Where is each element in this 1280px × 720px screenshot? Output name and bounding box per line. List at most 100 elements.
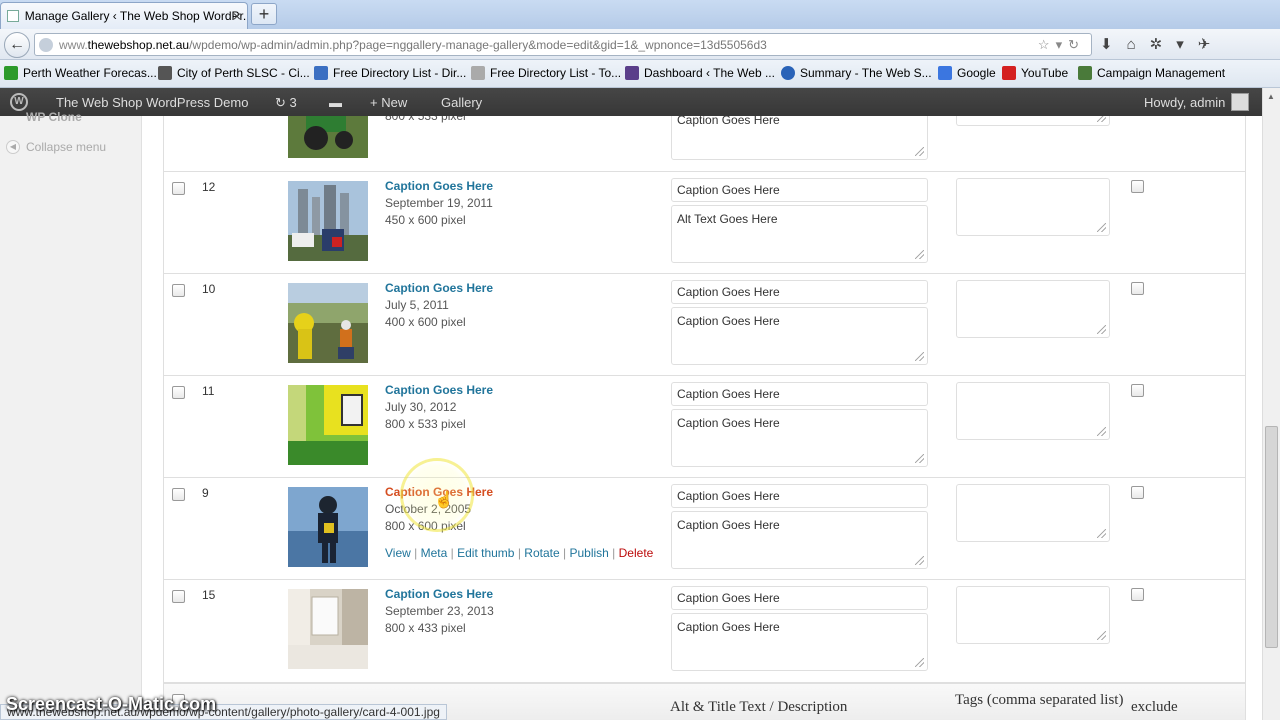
admin-bar-new[interactable]: + New — [370, 95, 407, 110]
bookmark-item[interactable]: Free Directory List - To... — [471, 66, 621, 80]
view-link[interactable]: View — [385, 546, 411, 560]
resize-grip-icon[interactable] — [1097, 116, 1106, 122]
tags-textarea[interactable] — [956, 382, 1110, 440]
publish-link[interactable]: Publish — [569, 546, 608, 560]
bookmark-item[interactable]: Google — [938, 66, 996, 80]
description-textarea[interactable]: Caption Goes Here — [671, 511, 928, 569]
resize-grip-icon[interactable] — [915, 147, 924, 156]
tags-textarea[interactable] — [956, 280, 1110, 338]
exclude-checkbox[interactable] — [1131, 588, 1144, 601]
collapse-menu-button[interactable]: ◀ Collapse menu — [6, 140, 106, 154]
menu-item-wp-clone[interactable]: WP Clone — [26, 110, 82, 124]
image-filename-link[interactable]: Caption Goes Here — [385, 382, 493, 399]
wordpress-logo-icon[interactable]: W — [10, 93, 28, 111]
edit-thumb-link[interactable]: Edit thumb — [457, 546, 514, 560]
avatar[interactable] — [1231, 93, 1249, 111]
row-select-checkbox[interactable] — [172, 590, 185, 603]
plus-icon: + — [370, 95, 378, 110]
rotate-link[interactable]: Rotate — [524, 546, 559, 560]
admin-bar-howdy[interactable]: Howdy, admin — [1144, 95, 1225, 110]
description-textarea[interactable]: Caption Goes Here — [671, 307, 928, 365]
resize-grip-icon[interactable] — [1097, 529, 1106, 538]
reload-icon[interactable]: ↻ — [1068, 37, 1085, 52]
home-icon[interactable]: ⌂ — [1127, 36, 1150, 53]
thumbnail-image[interactable] — [288, 116, 368, 158]
description-textarea[interactable]: Caption Goes Here — [671, 116, 928, 160]
menu-dropdown-icon[interactable]: ▾ — [1176, 36, 1198, 53]
column-exclude[interactable]: exclude — [1131, 699, 1178, 716]
back-button[interactable]: ← — [4, 32, 30, 58]
alt-title-input[interactable]: Caption Goes Here — [671, 280, 928, 304]
thumbnail-image[interactable] — [288, 385, 368, 465]
alt-title-input[interactable]: Caption Goes Here — [671, 382, 928, 406]
bookmark-item[interactable]: Campaign Management — [1078, 66, 1225, 80]
tab-close-icon[interactable]: × — [233, 8, 241, 24]
resize-grip-icon[interactable] — [915, 658, 924, 667]
admin-bar-site-name[interactable]: The Web Shop WordPress Demo — [56, 95, 248, 110]
row-select-checkbox[interactable] — [172, 284, 185, 297]
resize-grip-icon[interactable] — [915, 556, 924, 565]
extension-icon[interactable]: ✈ — [1198, 36, 1225, 53]
scrollbar-thumb[interactable] — [1265, 426, 1278, 648]
exclude-checkbox[interactable] — [1131, 282, 1144, 295]
download-icon[interactable]: ⬇ — [1100, 36, 1127, 53]
thumbnail-image[interactable] — [288, 487, 368, 567]
description-textarea[interactable]: Caption Goes Here — [671, 613, 928, 671]
column-alt-title[interactable]: Alt & Title Text / Description — [670, 699, 847, 716]
exclude-checkbox[interactable] — [1131, 384, 1144, 397]
alt-title-input[interactable]: Caption Goes Here — [671, 178, 928, 202]
comments-bubble-icon[interactable]: ▬ — [329, 95, 342, 110]
column-tags[interactable]: Tags (comma separated list) — [955, 692, 1123, 709]
resize-grip-icon[interactable] — [1097, 631, 1106, 640]
new-tab-button[interactable]: + — [251, 3, 277, 25]
bookmark-item[interactable]: Free Directory List - Dir... — [314, 66, 466, 80]
page-scrollbar[interactable]: ▲ — [1262, 88, 1280, 720]
bookmark-item[interactable]: Summary - The Web S... — [781, 66, 932, 80]
description-text: Caption Goes Here — [677, 416, 780, 430]
row-select-checkbox[interactable] — [172, 386, 185, 399]
scroll-up-arrow-icon[interactable]: ▲ — [1267, 92, 1275, 101]
row-select-checkbox[interactable] — [172, 488, 185, 501]
meta-link[interactable]: Meta — [421, 546, 448, 560]
dropdown-arrow-icon[interactable]: ▾ — [1056, 37, 1069, 52]
description-textarea[interactable]: Alt Text Goes Here — [671, 205, 928, 263]
alt-title-input[interactable]: Caption Goes Here — [671, 586, 928, 610]
browser-tab-manage-gallery[interactable]: Manage Gallery ‹ The Web Shop WordPr... … — [0, 2, 248, 29]
bookmark-item[interactable]: City of Perth SLSC - Ci... — [158, 66, 310, 80]
thumbnail-image[interactable] — [288, 283, 368, 363]
exclude-checkbox[interactable] — [1131, 180, 1144, 193]
exclude-checkbox[interactable] — [1131, 486, 1144, 499]
resize-grip-icon[interactable] — [915, 352, 924, 361]
admin-bar-gallery[interactable]: Gallery — [441, 95, 482, 110]
resize-grip-icon[interactable] — [915, 454, 924, 463]
bookmark-label: Campaign Management — [1097, 66, 1226, 80]
resize-grip-icon[interactable] — [1097, 223, 1106, 232]
admin-bar-updates[interactable]: ↻ 3 — [275, 95, 297, 111]
row-select-checkbox[interactable] — [172, 182, 185, 195]
resize-grip-icon[interactable] — [1097, 427, 1106, 436]
image-filename-link[interactable]: Caption Goes Here — [385, 178, 493, 195]
bookmark-item[interactable]: Perth Weather Forecas... — [4, 66, 157, 80]
description-textarea[interactable]: Caption Goes Here — [671, 409, 928, 467]
bookmark-star-icon[interactable]: ☆ — [1038, 37, 1056, 52]
image-filename-link[interactable]: Caption Goes Here — [385, 586, 494, 603]
resize-grip-icon[interactable] — [915, 250, 924, 259]
thumbnail-image[interactable] — [288, 589, 368, 669]
tags-textarea[interactable] — [956, 484, 1110, 542]
resize-grip-icon[interactable] — [1097, 325, 1106, 334]
url-tools: ☆▾↻ — [1038, 37, 1085, 53]
collapse-arrow-icon: ◀ — [6, 140, 20, 154]
tags-textarea[interactable] — [956, 116, 1110, 126]
tags-textarea[interactable] — [956, 586, 1110, 644]
addon-icon[interactable]: ✲ — [1150, 36, 1177, 53]
pin-icon — [471, 66, 485, 80]
image-filename-link[interactable]: Caption Goes Here — [385, 280, 493, 297]
delete-link[interactable]: Delete — [619, 546, 654, 560]
tags-textarea[interactable] — [956, 178, 1110, 236]
thumbnail-image[interactable] — [288, 181, 368, 261]
site-identity-icon[interactable] — [39, 37, 53, 52]
address-bar[interactable]: www. thewebshop.net.au/wpdemo/wp-admin/ad… — [34, 33, 1092, 56]
bookmark-item[interactable]: Dashboard ‹ The Web ... — [625, 66, 775, 80]
bookmark-item[interactable]: YouTube — [1002, 66, 1068, 80]
alt-title-input[interactable]: Caption Goes Here — [671, 484, 928, 508]
